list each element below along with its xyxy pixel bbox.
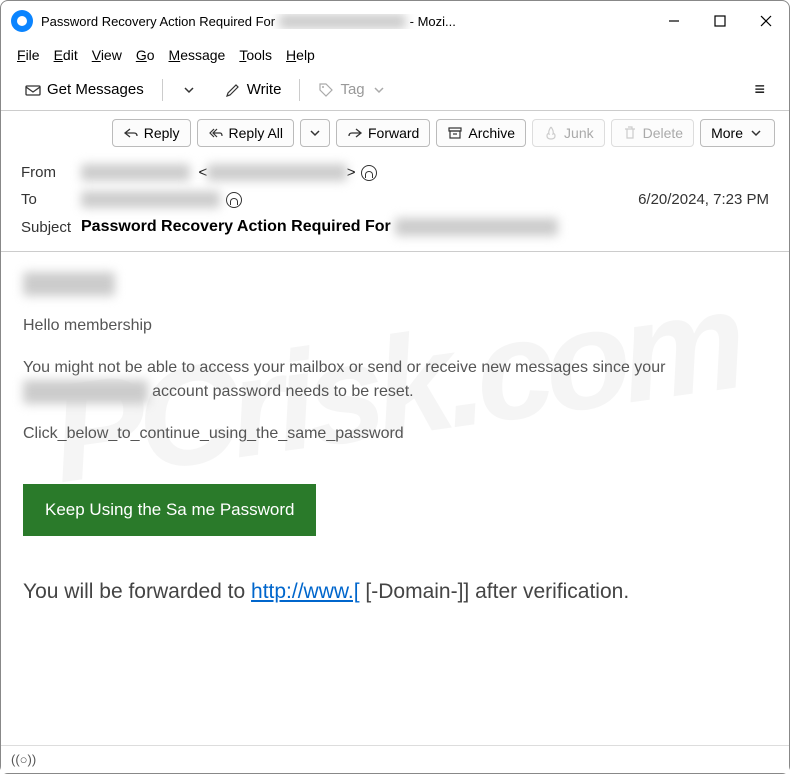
menu-help[interactable]: Help: [280, 44, 321, 66]
tag-icon: [318, 82, 334, 98]
archive-button[interactable]: Archive: [436, 119, 526, 147]
message-headers: From xxxxxxxxxx xxxx <xxxxxx@xxxxxx.xxxx…: [1, 155, 789, 252]
junk-button[interactable]: Junk: [532, 119, 605, 147]
from-label: From: [21, 164, 81, 181]
reply-all-icon: [208, 125, 224, 141]
get-messages-dropdown[interactable]: [171, 76, 207, 104]
delete-label: Delete: [643, 125, 683, 141]
to-label: To: [21, 191, 81, 208]
archive-icon: [447, 125, 463, 141]
maximize-button[interactable]: [697, 1, 743, 41]
pencil-icon: [225, 82, 241, 98]
subject-row: Subject Password Recovery Action Require…: [21, 213, 769, 241]
get-messages-label: Get Messages: [47, 81, 144, 98]
to-row: To xxxxxx@xxxxxx.xxxx 6/20/2024, 7:23 PM: [21, 186, 769, 213]
title-redacted: xxxxxxxx@xxxxxx.xxx: [279, 14, 406, 29]
trash-icon: [622, 125, 638, 141]
to-email-redacted: xxxxxx@xxxxxx.xxxx: [81, 191, 220, 208]
thunderbird-icon: [11, 10, 33, 32]
forward-label: Forward: [368, 125, 419, 141]
statusbar: ((○)): [1, 745, 789, 773]
inbox-icon: [25, 82, 41, 98]
reply-icon: [123, 125, 139, 141]
flame-icon: [543, 125, 559, 141]
menu-message[interactable]: Message: [163, 44, 232, 66]
delete-button[interactable]: Delete: [611, 119, 694, 147]
chevron-down-icon: [371, 82, 387, 98]
chevron-down-icon: [307, 125, 323, 141]
message-body: xxxxxx xxxxx Hello membership You might …: [1, 252, 789, 628]
main-toolbar: Get Messages Write Tag ≡: [1, 69, 789, 111]
window-controls: [651, 1, 789, 41]
body-redacted-domain: xxxxxx@xxxxx.xx: [23, 380, 148, 404]
subject-value: Password Recovery Action Required For xx…: [81, 218, 558, 236]
phishing-link[interactable]: http://www.[: [251, 580, 360, 603]
from-row: From xxxxxxxxxx xxxx <xxxxxx@xxxxxx.xxxx…: [21, 159, 769, 186]
forward-notice: You will be forwarded to http://www.[ [-…: [23, 576, 767, 608]
body-line2: Click_below_to_continue_using_the_same_p…: [23, 422, 767, 446]
keep-password-button[interactable]: Keep Using the Sa me Password: [23, 484, 316, 536]
titlebar: Password Recovery Action Required For xx…: [1, 1, 789, 41]
close-button[interactable]: [743, 1, 789, 41]
message-date: 6/20/2024, 7:23 PM: [638, 191, 769, 208]
greeting: Hello membership: [23, 314, 767, 338]
contact-icon[interactable]: [226, 192, 242, 208]
menu-view[interactable]: View: [86, 44, 128, 66]
reply-label: Reply: [144, 125, 180, 141]
junk-label: Junk: [564, 125, 594, 141]
menu-edit[interactable]: Edit: [48, 44, 84, 66]
write-button[interactable]: Write: [215, 75, 292, 104]
title-prefix: Password Recovery Action Required For: [41, 14, 279, 29]
more-button[interactable]: More: [700, 119, 775, 147]
chevron-down-icon: [181, 82, 197, 98]
get-messages-button[interactable]: Get Messages: [15, 75, 154, 104]
body-redacted-header: xxxxxx xxxxx: [23, 272, 115, 296]
body-line1: You might not be able to access your mai…: [23, 356, 767, 404]
window-title: Password Recovery Action Required For xx…: [41, 14, 651, 29]
menubar: File Edit View Go Message Tools Help: [1, 41, 789, 69]
app-menu-button[interactable]: ≡: [744, 73, 775, 106]
archive-label: Archive: [468, 125, 515, 141]
tag-label: Tag: [340, 81, 364, 98]
menu-tools[interactable]: Tools: [233, 44, 278, 66]
more-label: More: [711, 125, 743, 141]
message-actions: Reply Reply All Forward Archive Junk Del…: [1, 111, 789, 155]
menu-go[interactable]: Go: [130, 44, 161, 66]
menu-file[interactable]: File: [11, 44, 46, 66]
reply-dropdown[interactable]: [300, 119, 330, 147]
reply-button[interactable]: Reply: [112, 119, 191, 147]
contact-icon[interactable]: [361, 165, 377, 181]
reply-all-button[interactable]: Reply All: [197, 119, 294, 147]
from-email-redacted: xxxxxx@xxxxxx.xxxx: [207, 164, 346, 181]
chevron-down-icon: [748, 125, 764, 141]
sync-icon: ((○)): [11, 752, 36, 767]
tag-button[interactable]: Tag: [308, 75, 396, 104]
minimize-button[interactable]: [651, 1, 697, 41]
write-label: Write: [247, 81, 282, 98]
title-suffix: - Mozi...: [406, 14, 456, 29]
subject-label: Subject: [21, 219, 81, 236]
from-name-redacted: xxxxxxxxxx xxxx: [81, 164, 190, 181]
subject-redacted: xxxxxxx@xxxxxx.xxx: [395, 218, 557, 236]
separator: [299, 79, 300, 101]
forward-button[interactable]: Forward: [336, 119, 430, 147]
forward-icon: [347, 125, 363, 141]
separator: [162, 79, 163, 101]
reply-all-label: Reply All: [229, 125, 283, 141]
